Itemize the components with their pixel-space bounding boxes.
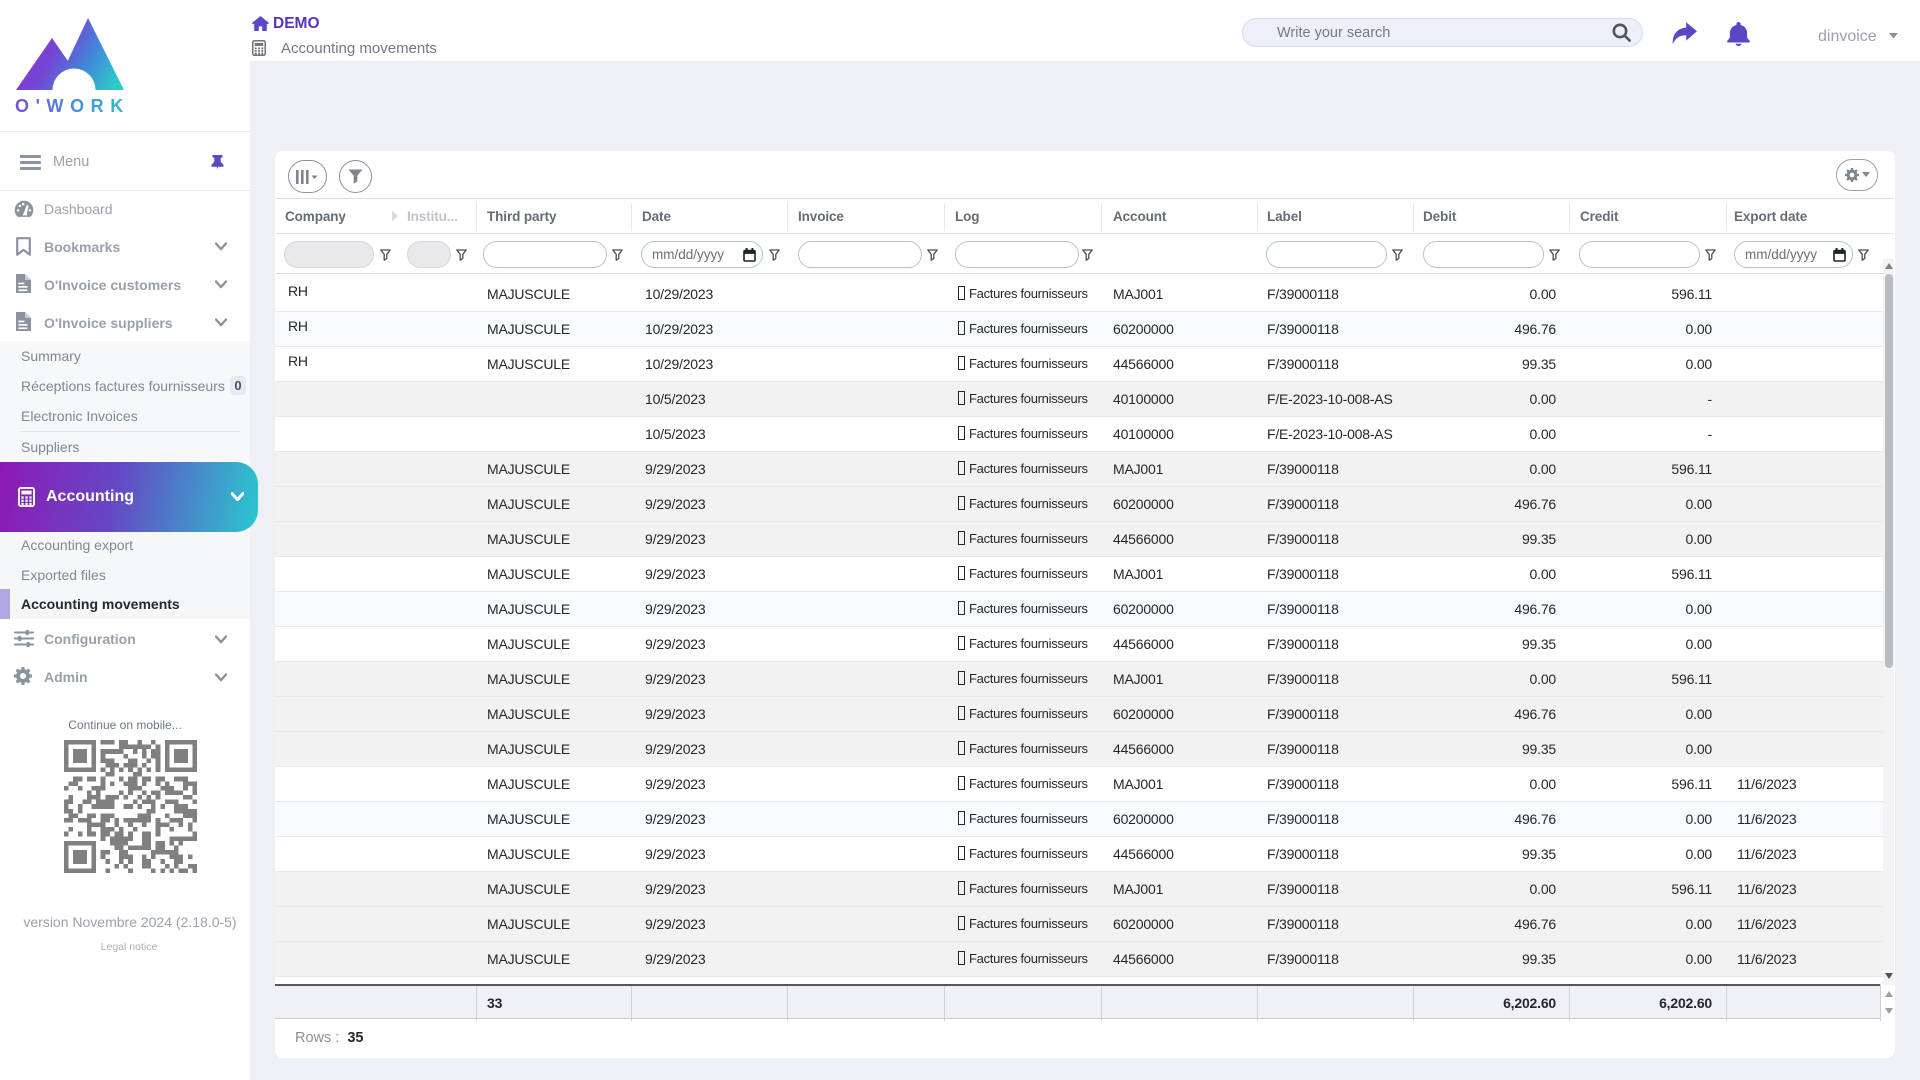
svg-text:O'WORK: O'WORK [15, 96, 130, 116]
